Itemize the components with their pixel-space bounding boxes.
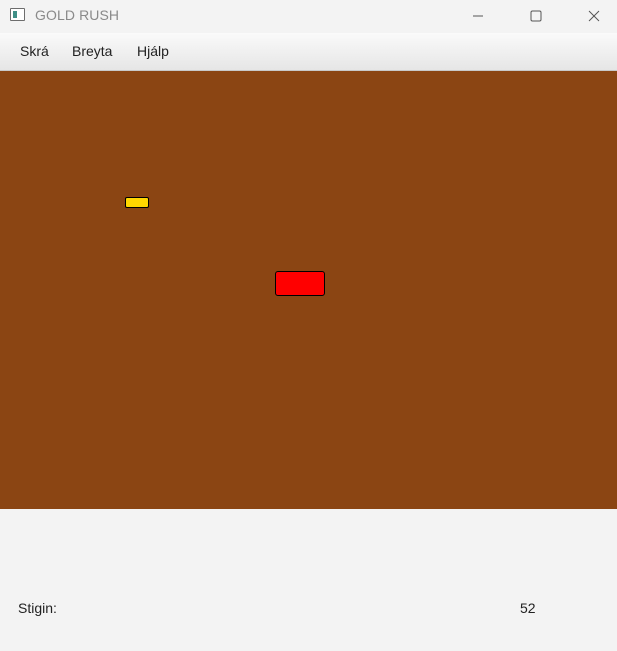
score-label: Stigin: xyxy=(18,600,57,616)
title-bar[interactable]: GOLD RUSH xyxy=(0,0,617,33)
close-button[interactable] xyxy=(571,0,617,32)
menu-help[interactable]: Hjálp xyxy=(137,43,169,59)
status-panel: Stigin: 52 xyxy=(0,509,617,651)
maximize-icon xyxy=(530,10,542,22)
window-title: GOLD RUSH xyxy=(35,7,120,23)
app-icon xyxy=(10,8,25,21)
menu-file[interactable]: Skrá xyxy=(20,43,49,59)
minimize-button[interactable] xyxy=(455,0,501,32)
app-window: GOLD RUSH Skrá Breyta Hjálp Stigin: 52 xyxy=(0,0,617,651)
gold-nugget xyxy=(125,197,149,208)
menu-edit[interactable]: Breyta xyxy=(72,43,112,59)
menu-bar: Skrá Breyta Hjálp xyxy=(0,33,617,71)
game-field[interactable] xyxy=(0,71,617,509)
maximize-button[interactable] xyxy=(513,0,559,32)
minimize-icon xyxy=(473,15,483,17)
player-digger[interactable] xyxy=(275,271,325,296)
close-icon xyxy=(588,10,600,22)
score-value: 52 xyxy=(520,600,536,616)
